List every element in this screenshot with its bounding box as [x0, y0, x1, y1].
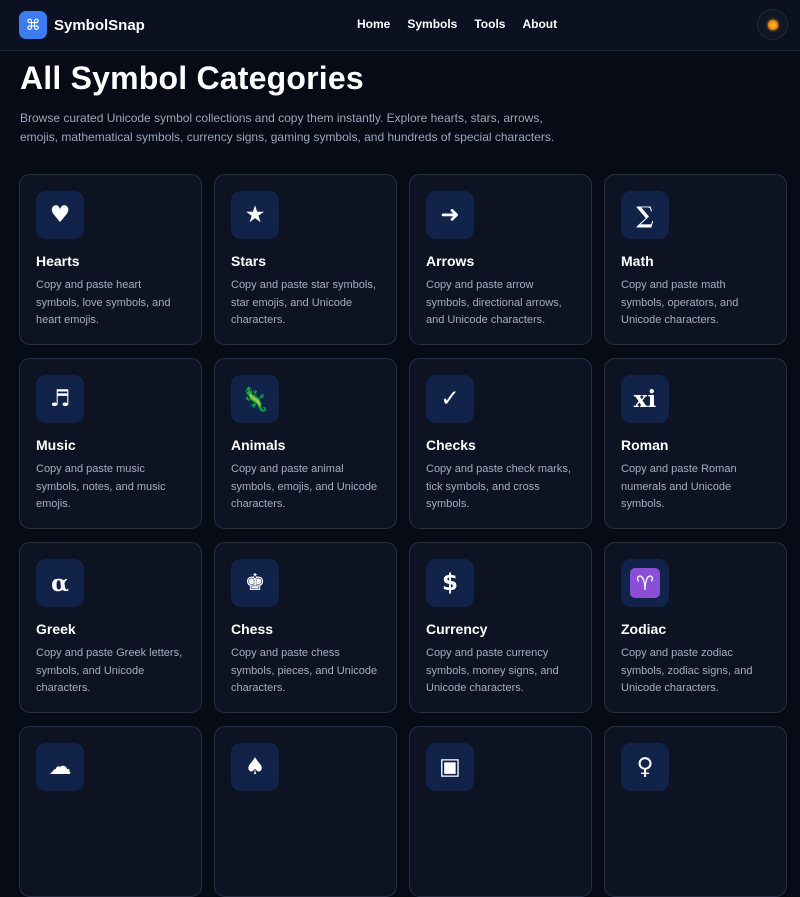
category-title: Math [621, 253, 654, 269]
category-description: Copy and paste arrow symbols, directiona… [426, 279, 562, 326]
sigma-icon: ∑ [621, 191, 669, 239]
category-description: Copy and paste currency symbols, money s… [426, 647, 559, 694]
main-nav: Home Symbols Tools About [357, 17, 574, 31]
category-description: Copy and paste Roman numerals and Unicod… [621, 463, 737, 510]
category-card-shapes[interactable]: ▣ [409, 726, 592, 897]
category-card-currency[interactable]: $ Currency Copy and paste currency symbo… [409, 542, 592, 713]
category-title: Animals [231, 437, 286, 453]
page-intro: Browse curated Unicode symbol collection… [20, 111, 555, 144]
category-description: Copy and paste math symbols, operators, … [621, 279, 739, 326]
category-description: Copy and paste heart symbols, love symbo… [36, 279, 171, 326]
category-description: Copy and paste zodiac symbols, zodiac si… [621, 647, 753, 694]
category-card-arrows[interactable]: ➜ Arrows Copy and paste arrow symbols, d… [409, 174, 592, 345]
category-title: Arrows [426, 253, 475, 269]
aries-icon: ♈ [621, 559, 669, 607]
category-card-greek[interactable]: α Greek Copy and paste Greek letters, sy… [19, 542, 202, 713]
category-description: Copy and paste chess symbols, pieces, an… [231, 647, 378, 694]
sun-icon [767, 19, 778, 30]
page-title: All Symbol Categories [20, 60, 364, 96]
star-icon: ★ [231, 191, 279, 239]
category-card-stars[interactable]: ★ Stars Copy and paste star symbols, sta… [214, 174, 397, 345]
nav-home[interactable]: Home [357, 17, 390, 31]
category-title: Chess [231, 621, 274, 637]
nav-tools[interactable]: Tools [474, 17, 505, 31]
lizard-icon: 🦎 [231, 375, 279, 423]
category-card-cards[interactable]: ♠ [214, 726, 397, 897]
category-title: Currency [426, 621, 488, 637]
alpha-icon: α [36, 559, 84, 607]
category-card-checks[interactable]: ✓ Checks Copy and paste check marks, tic… [409, 358, 592, 529]
category-title: Zodiac [621, 621, 667, 637]
category-title: Music [36, 437, 76, 453]
category-description: Copy and paste animal symbols, emojis, a… [231, 463, 378, 510]
snow-cloud-icon: ☁ [36, 743, 84, 791]
category-title: Greek [36, 621, 76, 637]
chess-king-icon: ♚ [231, 559, 279, 607]
aries-glyph: ♈ [630, 568, 660, 598]
category-title: Stars [231, 253, 267, 269]
nav-symbols[interactable]: Symbols [407, 17, 457, 31]
category-description: Copy and paste Greek letters, symbols, a… [36, 647, 183, 694]
category-title: Roman [621, 437, 669, 453]
brand-link[interactable]: ⌘ SymbolSnap [19, 11, 145, 39]
category-card-zodiac[interactable]: ♈ Zodiac Copy and paste zodiac symbols, … [604, 542, 787, 713]
dollar-icon: $ [426, 559, 474, 607]
nav-about[interactable]: About [522, 17, 557, 31]
category-description: Copy and paste check marks, tick symbols… [426, 463, 571, 510]
category-card-chess[interactable]: ♚ Chess Copy and paste chess symbols, pi… [214, 542, 397, 713]
top-navbar: ⌘ SymbolSnap Home Symbols Tools About [0, 0, 800, 51]
category-title: Checks [426, 437, 476, 453]
brand-name: SymbolSnap [54, 16, 145, 34]
theme-toggle-button[interactable] [757, 9, 788, 40]
category-card-math[interactable]: ∑ Math Copy and paste math symbols, oper… [604, 174, 787, 345]
roman-numeral-icon: xi [621, 375, 669, 423]
arrow-icon: ➜ [426, 191, 474, 239]
spade-icon: ♠ [231, 743, 279, 791]
square-icon: ▣ [426, 743, 474, 791]
category-card-roman[interactable]: xi Roman Copy and paste Roman numerals a… [604, 358, 787, 529]
command-logo-icon: ⌘ [19, 11, 47, 39]
category-card-animals[interactable]: 🦎 Animals Copy and paste animal symbols,… [214, 358, 397, 529]
music-note-icon: ♬ [36, 375, 84, 423]
category-description: Copy and paste star symbols, star emojis… [231, 279, 376, 326]
check-icon: ✓ [426, 375, 474, 423]
category-title: Hearts [36, 253, 80, 269]
category-card-music[interactable]: ♬ Music Copy and paste music symbols, no… [19, 358, 202, 529]
category-grid: ♥ Hearts Copy and paste heart symbols, l… [19, 174, 787, 897]
category-card-gender[interactable]: ♀ [604, 726, 787, 897]
heart-icon: ♥ [36, 191, 84, 239]
category-description: Copy and paste music symbols, notes, and… [36, 463, 166, 510]
category-card-hearts[interactable]: ♥ Hearts Copy and paste heart symbols, l… [19, 174, 202, 345]
female-sign-icon: ♀ [621, 743, 669, 791]
category-card-weather[interactable]: ☁ [19, 726, 202, 897]
